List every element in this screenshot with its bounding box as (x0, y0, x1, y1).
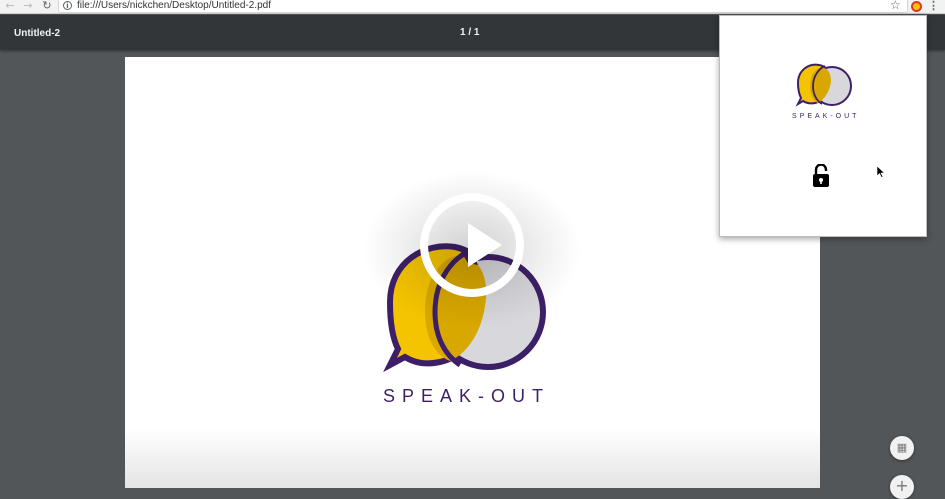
brand-text: SPEAK-OUT (383, 386, 551, 406)
extension-popup: SPEAK-OUT (719, 15, 927, 237)
url-text[interactable]: file:///Users/nickchen/Desktop/Untitled-… (77, 0, 271, 12)
address-bar[interactable]: i file:///Users/nickchen/Desktop/Untitle… (58, 0, 908, 13)
fit-to-page-icon[interactable]: ▦ (890, 436, 914, 460)
play-icon[interactable] (420, 193, 524, 297)
arrow-left-icon[interactable]: ← (4, 0, 16, 13)
info-icon[interactable]: i (63, 1, 72, 10)
star-icon[interactable]: ☆ (890, 0, 901, 12)
zoom-in-icon[interactable]: + (890, 475, 914, 499)
page-shadow (125, 428, 820, 488)
mouse-cursor-icon (877, 166, 885, 178)
popup-brand-text: SPEAK-OUT (792, 113, 860, 120)
speak-out-logo (795, 63, 852, 107)
play-triangle (468, 223, 502, 267)
page-indicator[interactable]: 1 / 1 (460, 27, 479, 38)
kebab-menu-icon[interactable]: ⋮ (928, 0, 939, 13)
arrow-right-icon[interactable]: → (22, 0, 34, 13)
speakout-extension-icon[interactable] (911, 1, 922, 12)
lock-open-icon[interactable] (812, 164, 830, 188)
document-title: Untitled-2 (14, 28, 61, 39)
reload-icon[interactable]: ↻ (41, 0, 53, 13)
browser-toolbar: ← → ↻ i file:///Users/nickchen/Desktop/U… (0, 0, 945, 14)
